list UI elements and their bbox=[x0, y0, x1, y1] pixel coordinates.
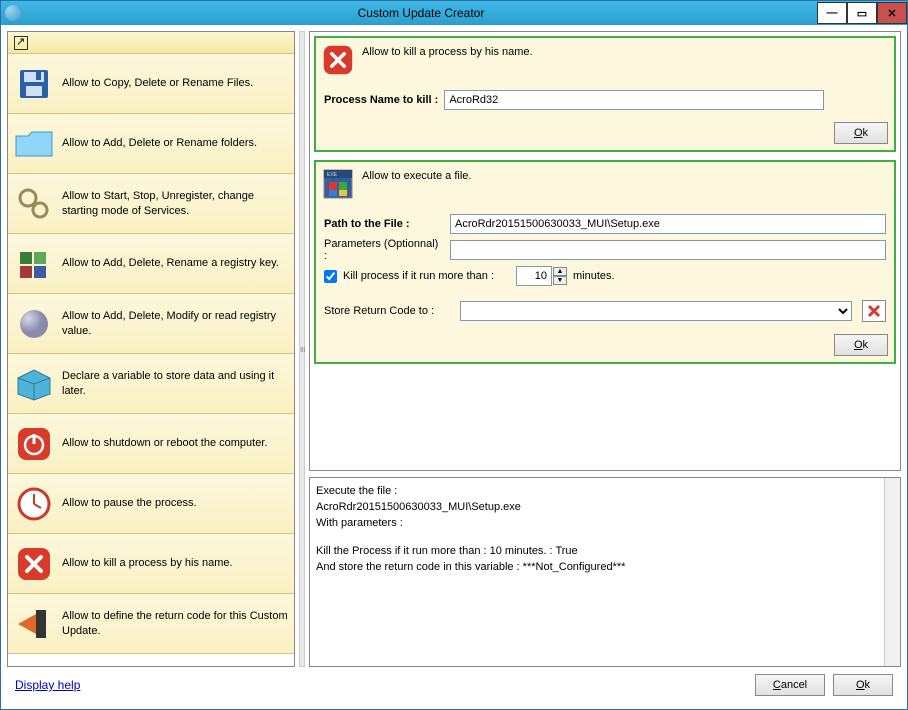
log-line: And store the return code in this variab… bbox=[316, 560, 894, 576]
kill-minutes-input[interactable] bbox=[516, 266, 552, 286]
clock-icon bbox=[14, 484, 54, 524]
sidebar-item-label: Allow to Start, Stop, Unregister, change… bbox=[62, 189, 288, 218]
action-card-kill-process: Allow to kill a process by his name. Pro… bbox=[314, 36, 896, 152]
process-name-input[interactable] bbox=[444, 90, 824, 110]
sidebar-item-kill[interactable]: Allow to kill a process by his name. bbox=[8, 534, 294, 594]
log-panel: Execute the file : AcroRdr20151500630033… bbox=[309, 477, 901, 667]
sidebar-item-shutdown[interactable]: Allow to shutdown or reboot the computer… bbox=[8, 414, 294, 474]
clear-return-button[interactable] bbox=[862, 300, 886, 322]
log-line: With parameters : bbox=[316, 516, 894, 532]
sidebar-item-label: Allow to Copy, Delete or Rename Files. bbox=[62, 76, 288, 90]
sidebar-item-label: Allow to Add, Delete or Rename folders. bbox=[62, 136, 288, 150]
gears-icon bbox=[14, 184, 54, 224]
sidebar-item-label: Allow to Add, Delete, Rename a registry … bbox=[62, 256, 288, 270]
log-line: AcroRdr20151500630033_MUI\Setup.exe bbox=[316, 500, 894, 516]
x-icon bbox=[322, 44, 354, 76]
maximize-button[interactable]: ▭ bbox=[847, 2, 877, 24]
store-return-label: Store Return Code to : bbox=[324, 305, 454, 317]
card-description: Allow to kill a process by his name. bbox=[362, 44, 533, 58]
folder-icon bbox=[14, 124, 54, 164]
sidebar-item-label: Allow to pause the process. bbox=[62, 496, 288, 510]
params-label: Parameters (Optionnal) : bbox=[324, 238, 444, 262]
store-return-select[interactable] bbox=[460, 301, 852, 321]
actions-palette: Allow to Copy, Delete or Rename Files. A… bbox=[7, 31, 295, 667]
sidebar-item-files[interactable]: Allow to Copy, Delete or Rename Files. bbox=[8, 54, 294, 114]
path-input[interactable] bbox=[450, 214, 886, 234]
spin-down-icon[interactable]: ▼ bbox=[553, 276, 567, 285]
sidebar-item-label: Allow to shutdown or reboot the computer… bbox=[62, 436, 288, 450]
log-line: Execute the file : bbox=[316, 484, 894, 500]
display-help-link[interactable]: Display help bbox=[15, 678, 80, 692]
app-icon bbox=[5, 5, 21, 21]
svg-text:EXE: EXE bbox=[327, 172, 338, 178]
return-icon bbox=[14, 604, 54, 644]
path-label: Path to the File : bbox=[324, 218, 444, 230]
log-line: Kill the Process if it run more than : 1… bbox=[316, 544, 894, 560]
ok-button[interactable]: Ok bbox=[834, 122, 888, 144]
sidebar-item-variable[interactable]: Declare a variable to store data and usi… bbox=[8, 354, 294, 414]
exe-icon: EXE bbox=[322, 168, 354, 200]
minutes-suffix: minutes. bbox=[573, 270, 615, 282]
minimize-button[interactable]: — bbox=[817, 2, 847, 24]
action-card-execute-file: EXE Allow to execute a file. Path to the… bbox=[314, 160, 896, 364]
window-title: Custom Update Creator bbox=[25, 6, 817, 20]
sidebar-item-services[interactable]: Allow to Start, Stop, Unregister, change… bbox=[8, 174, 294, 234]
actions-canvas: Allow to kill a process by his name. Pro… bbox=[309, 31, 901, 471]
splitter[interactable] bbox=[299, 31, 305, 667]
kill-timeout-checkbox[interactable] bbox=[324, 270, 337, 283]
ok-button[interactable]: Ok bbox=[834, 334, 888, 356]
x-icon bbox=[14, 544, 54, 584]
popout-icon[interactable] bbox=[14, 36, 28, 50]
box-icon bbox=[14, 364, 54, 404]
sidebar-item-label: Allow to Add, Delete, Modify or read reg… bbox=[62, 309, 288, 338]
ok-button[interactable]: Ok bbox=[833, 674, 893, 696]
sidebar-item-folders[interactable]: Allow to Add, Delete or Rename folders. bbox=[8, 114, 294, 174]
sidebar-item-registry-key[interactable]: Allow to Add, Delete, Rename a registry … bbox=[8, 234, 294, 294]
sidebar-item-label: Declare a variable to store data and usi… bbox=[62, 369, 288, 398]
process-name-label: Process Name to kill : bbox=[324, 94, 438, 106]
spin-up-icon[interactable]: ▲ bbox=[553, 267, 567, 276]
registry-cube-icon bbox=[14, 244, 54, 284]
footer: Display help Cancel Ok bbox=[7, 667, 901, 703]
params-input[interactable] bbox=[450, 240, 886, 260]
palette-header bbox=[8, 32, 294, 54]
titlebar: Custom Update Creator — ▭ ✕ bbox=[1, 1, 907, 25]
sidebar-item-label: Allow to kill a process by his name. bbox=[62, 556, 288, 570]
sphere-icon bbox=[14, 304, 54, 344]
sidebar-item-pause[interactable]: Allow to pause the process. bbox=[8, 474, 294, 534]
close-button[interactable]: ✕ bbox=[877, 2, 907, 24]
scrollbar[interactable] bbox=[884, 478, 900, 666]
power-icon bbox=[14, 424, 54, 464]
sidebar-item-label: Allow to define the return code for this… bbox=[62, 609, 288, 638]
sidebar-item-registry-value[interactable]: Allow to Add, Delete, Modify or read reg… bbox=[8, 294, 294, 354]
x-icon bbox=[866, 303, 882, 319]
floppy-icon bbox=[14, 64, 54, 104]
cancel-button[interactable]: Cancel bbox=[755, 674, 825, 696]
sidebar-item-return-code[interactable]: Allow to define the return code for this… bbox=[8, 594, 294, 654]
card-description: Allow to execute a file. bbox=[362, 168, 471, 182]
kill-timeout-label: Kill process if it run more than : bbox=[343, 270, 494, 282]
